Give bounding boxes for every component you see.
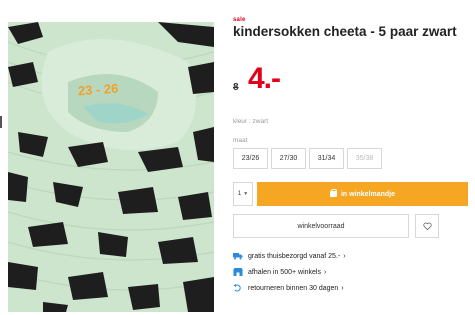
size-option-23-26[interactable]: 23/26	[233, 148, 268, 169]
price-block: 8 4.-	[233, 62, 353, 98]
sale-tag: sale	[233, 17, 246, 23]
quantity-value: 1	[237, 191, 242, 197]
benefit-returns[interactable]: retourneren binnen 30 dagen ›	[233, 281, 346, 295]
sock-photo: 23 - 26	[8, 22, 214, 312]
size-selector: 23/26 27/30 31/34 35/38	[233, 148, 382, 169]
color-label: kleur : zwart	[233, 118, 269, 125]
product-image[interactable]: 23 - 26	[8, 22, 214, 312]
add-to-cart-label: in winkelmandje	[340, 190, 396, 198]
benefit-text: afhalen in 500+ winkels	[248, 268, 321, 276]
chevron-right-icon: ›	[323, 268, 327, 276]
store-stock-button[interactable]: winkelvoorraad	[233, 214, 409, 238]
chevron-down-icon: ▼	[243, 191, 249, 197]
benefits-list: gratis thuisbezorgd vanaf 25.- › afhalen…	[233, 249, 346, 297]
size-option-31-34[interactable]: 31/34	[309, 148, 344, 169]
size-option-35-38[interactable]: 35/38	[347, 148, 382, 169]
benefit-free-delivery[interactable]: gratis thuisbezorgd vanaf 25.- ›	[233, 249, 346, 263]
product-info-panel: sale kindersokken cheeta - 5 paar zwart …	[233, 0, 468, 315]
quantity-select[interactable]: 1 ▼	[233, 182, 253, 206]
benefit-text: gratis thuisbezorgd vanaf 25.-	[248, 252, 341, 260]
size-label: maat	[233, 137, 248, 144]
benefit-pickup[interactable]: afhalen in 500+ winkels ›	[233, 265, 346, 279]
heart-icon	[422, 222, 432, 230]
wishlist-button[interactable]	[415, 214, 439, 238]
sale-price: 4.-	[248, 62, 281, 95]
product-title: kindersokken cheeta - 5 paar zwart	[233, 24, 457, 39]
return-icon	[233, 284, 243, 292]
shopping-bag-icon	[329, 189, 338, 197]
benefit-text: retourneren binnen 30 dagen	[248, 284, 339, 292]
chevron-right-icon: ›	[343, 252, 346, 260]
sock-size-print: 23 - 26	[77, 81, 118, 99]
size-option-27-30[interactable]: 27/30	[271, 148, 306, 169]
store-icon	[233, 268, 243, 276]
image-gallery-marker	[0, 116, 2, 128]
truck-icon	[233, 252, 243, 260]
add-to-cart-button[interactable]: in winkelmandje	[257, 182, 468, 206]
old-price: 8	[233, 82, 239, 93]
chevron-right-icon: ›	[341, 284, 344, 292]
